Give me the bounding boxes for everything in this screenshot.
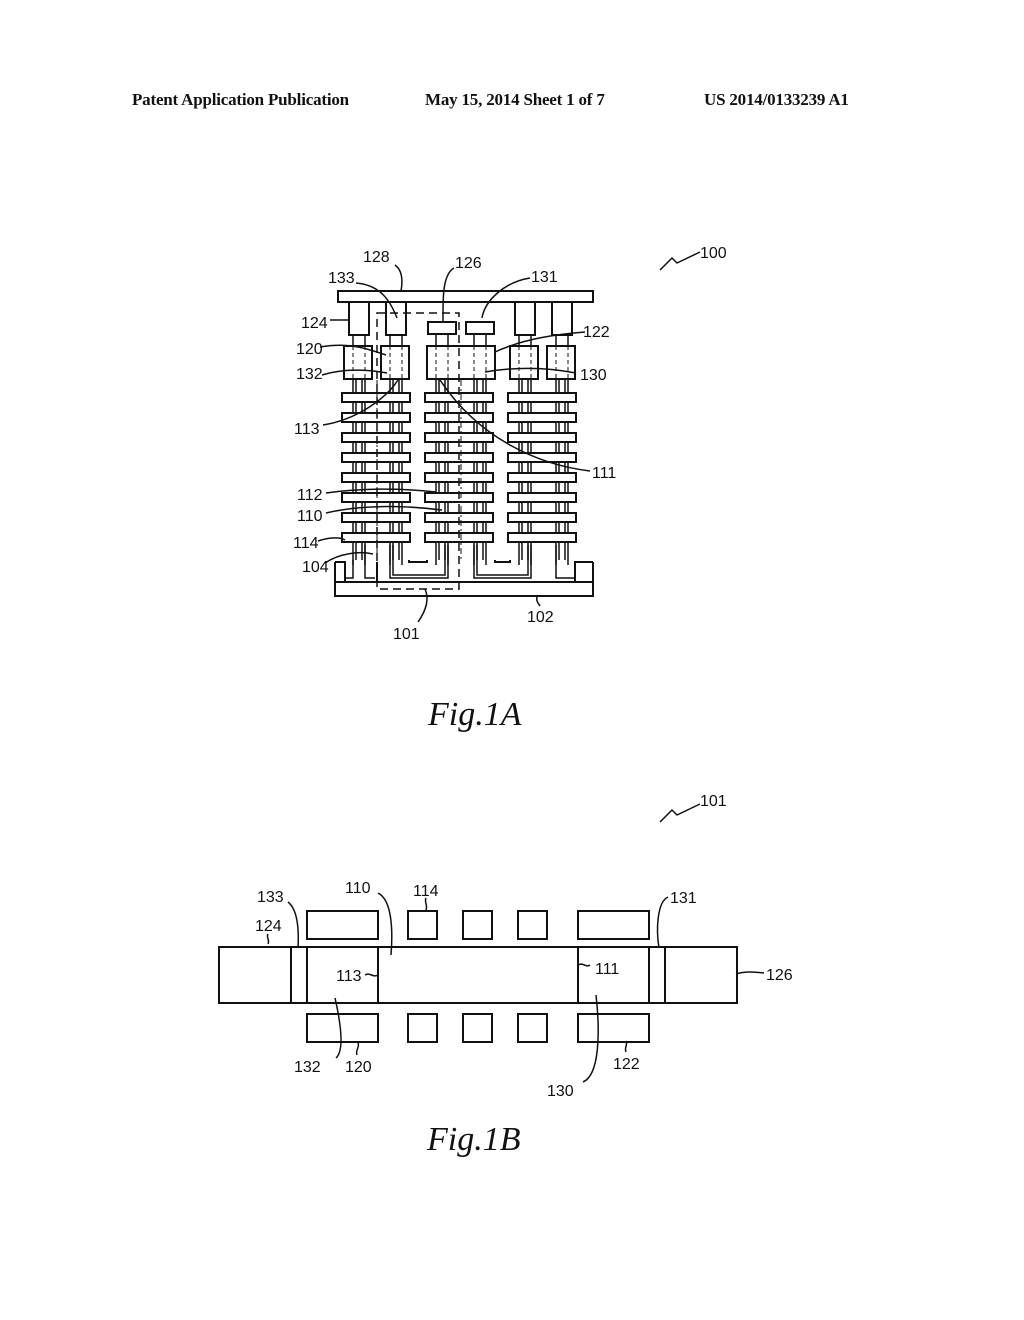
gate	[517, 1013, 548, 1043]
label-133: 133	[257, 889, 284, 906]
block-132	[380, 345, 410, 380]
word-line-plate	[341, 392, 411, 403]
pad-131	[465, 321, 495, 335]
pad-126	[427, 321, 457, 335]
label-110: 110	[345, 880, 371, 897]
label-101: 101	[393, 626, 420, 643]
label-124: 124	[255, 918, 282, 935]
label-102: 102	[527, 609, 554, 626]
fig-1b-labels: 133 110 114 131 124 113 111 126 132 120 …	[255, 793, 793, 1158]
label-133: 133	[328, 270, 355, 287]
label-111: 111	[592, 465, 616, 482]
label-114: 114	[293, 535, 319, 552]
word-line-plate	[507, 512, 577, 523]
gate	[407, 1013, 438, 1043]
word-line-plate	[341, 472, 411, 483]
label-130: 130	[580, 367, 607, 384]
label-122: 122	[583, 324, 610, 341]
label-110: 110	[297, 508, 323, 525]
label-124: 124	[301, 315, 328, 332]
block-130	[426, 345, 496, 380]
word-line-plate	[507, 472, 577, 483]
patent-drawing: 128 133 126 131 124 122 120 132 130 113 …	[218, 245, 793, 1158]
label-122: 122	[613, 1056, 640, 1073]
pillar	[514, 301, 536, 336]
word-line-plate	[507, 412, 577, 423]
word-line-plate	[341, 492, 411, 503]
label-113: 113	[294, 421, 320, 438]
label-120: 120	[345, 1059, 372, 1076]
label-126: 126	[455, 255, 482, 272]
top-plate-128	[337, 290, 594, 303]
label-132: 132	[294, 1059, 321, 1076]
gate-top-left	[306, 910, 379, 940]
pillar	[551, 301, 573, 336]
label-112: 112	[297, 487, 323, 504]
label-128: 128	[363, 249, 390, 266]
figure-caption-1b: Fig.1B	[426, 1121, 521, 1158]
block	[509, 345, 539, 380]
word-line-plate	[507, 492, 577, 503]
label-120: 120	[296, 341, 323, 358]
fig-1b-drawing	[218, 803, 765, 1083]
label-132: 132	[296, 366, 323, 383]
gate	[462, 1013, 493, 1043]
word-line-plate	[507, 532, 577, 543]
word-line-plate	[507, 452, 577, 463]
word-line-plate	[341, 512, 411, 523]
label-111: 111	[595, 961, 619, 978]
select-gate-120	[306, 1013, 379, 1043]
label-131: 131	[531, 269, 558, 286]
label-114: 114	[413, 883, 439, 900]
word-line-plate	[341, 452, 411, 463]
channel-110	[218, 946, 738, 1004]
gate-114	[407, 910, 438, 940]
gate-top-right	[577, 910, 650, 940]
word-line-plate	[341, 412, 411, 423]
label-131: 131	[670, 890, 697, 907]
reference-101: 101	[700, 793, 727, 810]
gate	[517, 910, 548, 940]
label-130: 130	[547, 1083, 574, 1100]
select-gate-122	[577, 1013, 650, 1043]
label-104: 104	[302, 559, 329, 576]
word-line-plate	[341, 532, 411, 543]
label-113: 113	[336, 968, 362, 985]
reference-100: 100	[700, 245, 727, 262]
fig-1a-drawing	[317, 251, 701, 623]
figure-caption-1a: Fig.1A	[427, 696, 522, 733]
pillar-133	[385, 301, 407, 336]
label-126: 126	[766, 967, 793, 984]
block	[546, 345, 576, 380]
pillar-124	[348, 301, 370, 336]
word-line-plate	[507, 432, 577, 443]
word-line-plate	[341, 432, 411, 443]
gate	[462, 910, 493, 940]
block-120	[343, 345, 373, 380]
word-line-plate	[507, 392, 577, 403]
substrate-102	[334, 581, 594, 597]
